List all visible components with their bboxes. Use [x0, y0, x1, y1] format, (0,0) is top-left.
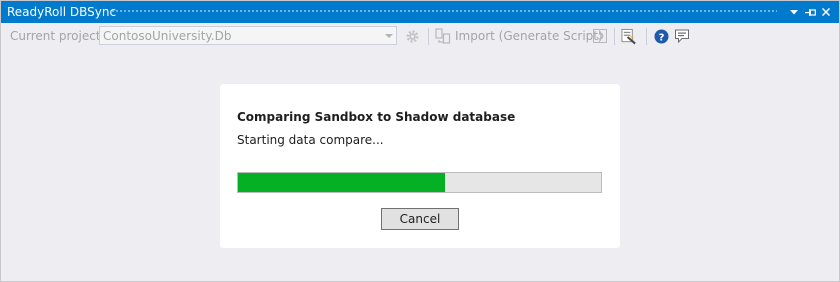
chevron-down-icon: [385, 34, 393, 38]
title-bar-grip[interactable]: [111, 9, 777, 14]
toolbar: Current project: ContosoUniversity.Db Im…: [1, 23, 839, 49]
help-icon: ?: [654, 29, 668, 43]
feedback-icon: [675, 29, 689, 44]
import-button-icon-wrap[interactable]: [435, 28, 451, 44]
import-button[interactable]: Import (Generate Script): [455, 28, 603, 44]
settings-button[interactable]: [404, 28, 420, 44]
toolbar-separator: [428, 28, 429, 45]
toolbar-separator: [646, 28, 647, 45]
cancel-button[interactable]: Cancel: [381, 208, 459, 230]
dialog-title: Comparing Sandbox to Shadow database: [237, 110, 516, 124]
feedback-button[interactable]: [674, 28, 690, 44]
dbsync-tool-window: ReadyRoll DBSync Current project: Contos…: [0, 0, 840, 282]
refresh-button[interactable]: [592, 28, 608, 44]
project-select[interactable]: ContosoUniversity.Db: [99, 26, 397, 45]
close-icon: [822, 8, 830, 16]
window-title: ReadyRoll DBSync: [7, 5, 117, 19]
gear-icon: [405, 29, 419, 43]
window-menu-button[interactable]: [787, 4, 801, 20]
dropdown-arrow-icon: [790, 9, 798, 14]
pin-button[interactable]: [803, 4, 817, 20]
compare-progress-dialog: Comparing Sandbox to Shadow database Sta…: [220, 84, 620, 248]
project-select-value: ContosoUniversity.Db: [103, 29, 232, 43]
svg-text:?: ?: [658, 32, 664, 43]
current-project-label: Current project:: [10, 29, 105, 43]
import-icon: [435, 28, 451, 44]
title-bar: ReadyRoll DBSync: [1, 1, 839, 23]
toolbar-separator: [614, 28, 615, 45]
close-button[interactable]: [819, 4, 833, 20]
dialog-status-text: Starting data compare...: [237, 133, 384, 147]
progress-bar-fill: [238, 173, 445, 192]
help-button[interactable]: ?: [653, 28, 669, 44]
progress-bar: [237, 172, 602, 193]
pin-icon: [804, 8, 816, 16]
refresh-icon: [593, 29, 607, 43]
tools-icon: [621, 28, 636, 44]
tools-button[interactable]: [621, 28, 637, 44]
